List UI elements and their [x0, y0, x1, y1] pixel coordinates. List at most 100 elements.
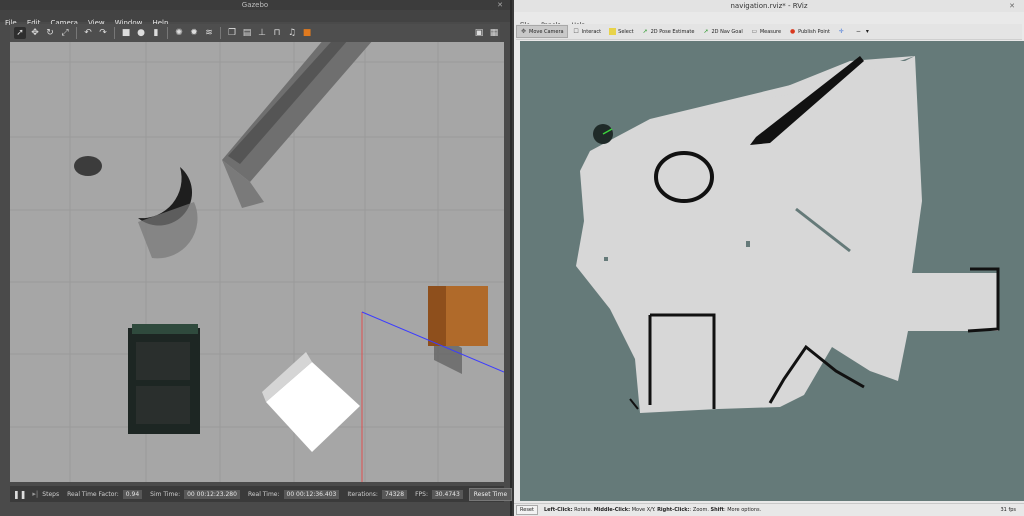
dumpster-panel — [136, 386, 190, 424]
gazebo-toolbar: ➚ ✥ ↻ ⤢ ↶ ↷ ■ ● ▮ ✺ ✹ ≋ ❐ ▤ ⊥ ⊓ ♫ ■ ▣ ▦ — [10, 24, 500, 42]
free-space-area — [576, 56, 998, 413]
publish-point-icon: ● — [789, 28, 796, 35]
gazebo-3d-viewport[interactable] — [10, 42, 504, 482]
window-title: Gazebo — [241, 1, 269, 9]
paste-icon[interactable]: ▤ — [241, 27, 253, 39]
gazebo-window: Gazebo ✕ File Edit Camera View Window He… — [0, 0, 513, 516]
dumpster-lid — [132, 324, 198, 334]
real-time-value: 00 00:12:36.403 — [283, 489, 340, 499]
hint-left-click: Left-Click: — [543, 507, 573, 513]
pose-estimate-tool[interactable]: ➚ 2D Pose Estimate — [639, 26, 698, 37]
scale-icon[interactable]: ⤢ — [59, 27, 71, 39]
unknown-speck — [604, 257, 608, 261]
publish-point-tool[interactable]: ● Publish Point — [786, 26, 833, 37]
rtf-label: Real Time Factor: — [67, 490, 119, 498]
hint-shift-action: : More options. — [723, 507, 762, 513]
point-light-icon[interactable]: ✺ — [173, 27, 185, 39]
redo-icon[interactable]: ↷ — [97, 27, 109, 39]
minus-icon: − — [855, 28, 861, 35]
nav-goal-tool[interactable]: ➚ 2D Nav Goal — [699, 26, 745, 37]
measure-icon: ▭ — [751, 28, 758, 35]
toolbar-divider — [167, 27, 168, 39]
directional-light-icon[interactable]: ≋ — [203, 27, 215, 39]
iterations-value: 74328 — [381, 489, 408, 499]
color-icon[interactable]: ■ — [301, 27, 313, 39]
select-icon — [609, 28, 617, 35]
tool-label: Interact — [581, 28, 602, 35]
close-icon[interactable]: ✕ — [1008, 2, 1016, 10]
tool-label: Move Camera — [529, 28, 564, 35]
chevron-down-icon: ▾ — [865, 28, 869, 35]
reset-button[interactable]: Reset — [516, 505, 538, 515]
close-icon[interactable]: ✕ — [496, 1, 504, 9]
move-camera-icon: ✥ — [520, 28, 527, 35]
unknown-speck — [746, 241, 750, 247]
gazebo-title-bar: Gazebo ✕ — [0, 0, 510, 10]
interact-tool[interactable]: ☐ Interact — [570, 26, 605, 37]
tool-label: 2D Pose Estimate — [650, 28, 695, 35]
nav-goal-icon: ➚ — [703, 28, 709, 35]
move-camera-tool[interactable]: ✥ Move Camera — [516, 25, 568, 38]
tool-label: Select — [618, 28, 634, 35]
wooden-crate-side — [428, 286, 446, 346]
snap-icon[interactable]: ⊓ — [271, 27, 283, 39]
toolbar-divider — [76, 27, 77, 39]
translate-icon[interactable]: ✥ — [29, 27, 41, 39]
copy-icon[interactable]: ❐ — [226, 27, 238, 39]
toolbar-divider — [114, 27, 115, 39]
wall-fragment — [629, 398, 639, 410]
focus-tool[interactable]: ✛ — [835, 26, 850, 37]
dumpster-panel — [136, 342, 190, 380]
fps-value: 30.4743 — [431, 489, 463, 499]
record-icon[interactable]: ▦ — [488, 27, 500, 39]
hint-right-action: : Zoom. — [689, 507, 711, 513]
interact-icon: ☐ — [573, 28, 579, 35]
hint-middle-action: Move X/Y. — [630, 507, 658, 513]
fps-label: FPS: — [415, 490, 428, 498]
fps-readout: 31 fps — [1000, 507, 1017, 513]
gazebo-scene-render — [10, 42, 504, 482]
sim-time-label: Sim Time: — [150, 490, 181, 498]
screenshot-icon[interactable]: ▣ — [473, 27, 485, 39]
hint-left-action: Rotate. — [572, 507, 594, 513]
occupancy-map-render — [576, 56, 1000, 413]
rtf-value: 0.94 — [122, 489, 143, 499]
measure-tool[interactable]: ▭ Measure — [748, 26, 784, 37]
white-box-obstacle — [266, 362, 360, 452]
rviz-map-view[interactable] — [520, 41, 1024, 501]
undo-icon[interactable]: ↶ — [82, 27, 94, 39]
rviz-toolbar: ✥ Move Camera ☐ Interact Select ➚ 2D Pos… — [516, 24, 1022, 40]
tool-label: 2D Nav Goal — [711, 28, 743, 35]
sphere-icon[interactable]: ● — [135, 27, 147, 39]
audio-icon[interactable]: ♫ — [286, 27, 298, 39]
ground-grid — [10, 42, 504, 482]
hint-middle-click: Middle-Click: — [593, 507, 631, 513]
spot-light-icon[interactable]: ✹ — [188, 27, 200, 39]
select-tool[interactable]: Select — [606, 26, 636, 37]
real-time-label: Real Time: — [247, 490, 280, 498]
gazebo-status-bar: ❚❚ ▸| Steps Real Time Factor: 0.94 Sim T… — [10, 486, 513, 502]
cylinder-icon[interactable]: ▮ — [150, 27, 162, 39]
small-cylinder-obstacle — [74, 156, 102, 176]
reset-time-button[interactable]: Reset Time — [468, 487, 513, 501]
sim-time-value: 00 00:12:23.280 — [184, 489, 240, 499]
iterations-label: Iterations: — [347, 490, 378, 498]
step-icon[interactable]: ▸| — [32, 490, 38, 498]
toolbar-divider — [220, 27, 221, 39]
pause-icon[interactable]: ❚❚ — [13, 490, 26, 499]
rviz-window: navigation.rviz* - RViz ✕ File Panels He… — [514, 0, 1024, 516]
rotate-icon[interactable]: ↻ — [44, 27, 56, 39]
window-title: navigation.rviz* - RViz — [730, 2, 808, 10]
tool-options[interactable]: − ▾ — [852, 26, 876, 37]
crosshair-icon: ✛ — [838, 28, 844, 35]
box-icon[interactable]: ■ — [120, 27, 132, 39]
hint-shift: Shift — [710, 507, 724, 513]
beam-obstacle — [222, 42, 372, 182]
select-arrow-icon[interactable]: ➚ — [14, 27, 26, 39]
rviz-menu-bar: File Panels Help — [514, 12, 1024, 29]
tool-label: Publish Point — [798, 28, 830, 35]
tool-label: Measure — [759, 28, 782, 35]
align-icon[interactable]: ⊥ — [256, 27, 268, 39]
gazebo-menu-bar: File Edit Camera View Window Help — [0, 10, 510, 27]
pose-estimate-icon: ➚ — [642, 28, 648, 35]
